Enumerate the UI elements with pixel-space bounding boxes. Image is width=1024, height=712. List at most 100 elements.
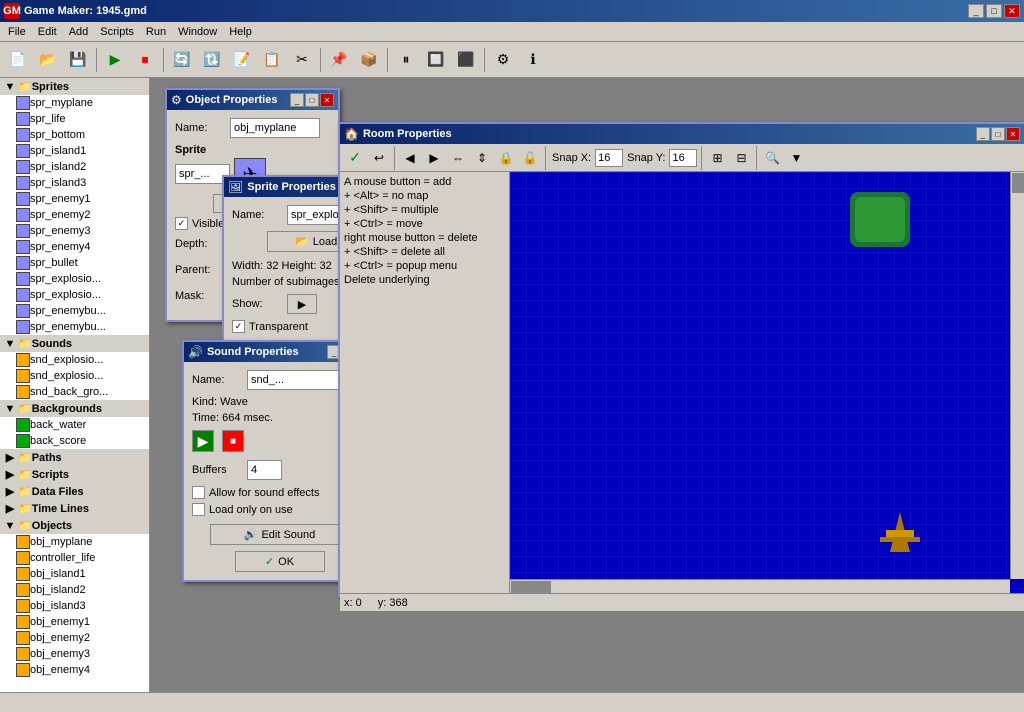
tool11[interactable]: 🔲 [422, 46, 450, 74]
object-props-close[interactable]: ✕ [320, 93, 334, 107]
tool8[interactable]: 📌 [325, 46, 353, 74]
objects-header[interactable]: ▼ 📁 Objects [0, 517, 149, 534]
menu-add[interactable]: Add [63, 24, 95, 40]
object-properties-title-bar[interactable]: ⚙ Object Properties _ □ ✕ [167, 90, 338, 110]
tree-item-spr_explosio2[interactable]: spr_explosio... [0, 287, 149, 303]
maximize-button[interactable]: □ [986, 4, 1002, 18]
room-props-minimize[interactable]: _ [976, 127, 990, 141]
room-props-close[interactable]: ✕ [1006, 127, 1020, 141]
tree-item-spr_explosio1[interactable]: spr_explosio... [0, 271, 149, 287]
tool9[interactable]: 📦 [355, 46, 383, 74]
menu-scripts[interactable]: Scripts [94, 24, 140, 40]
datafiles-header[interactable]: ▶ 📁 Data Files [0, 483, 149, 500]
tree-item-obj_island2[interactable]: obj_island2 [0, 582, 149, 598]
save-button[interactable]: 💾 [64, 46, 92, 74]
room-scrollbar-h[interactable] [510, 579, 1010, 593]
sounds-header[interactable]: ▼ 📁 Sounds [0, 335, 149, 352]
tree-item-spr_myplane[interactable]: spr_myplane [0, 95, 149, 111]
room-props-buttons[interactable]: _ □ ✕ [976, 127, 1020, 141]
tree-item-controller_life[interactable]: controller_life [0, 550, 149, 566]
room-iso-btn[interactable]: ⊟ [730, 147, 752, 169]
sound-name-input[interactable] [247, 370, 347, 390]
stop-button[interactable]: ⏹ [131, 46, 159, 74]
buffers-input[interactable] [247, 460, 282, 480]
tree-item-obj_enemy3[interactable]: obj_enemy3 [0, 646, 149, 662]
tool5[interactable]: 📝 [228, 46, 256, 74]
object-props-maximize[interactable]: □ [305, 93, 319, 107]
room-grid-btn[interactable]: ⊞ [706, 147, 728, 169]
tool3[interactable]: 🔄 [168, 46, 196, 74]
run-button[interactable]: ▶ [101, 46, 129, 74]
tree-item-spr_enemy3[interactable]: spr_enemy3 [0, 223, 149, 239]
tree-item-snd1[interactable]: snd_explosio... [0, 352, 149, 368]
tree-item-obj_enemy1[interactable]: obj_enemy1 [0, 614, 149, 630]
scrollbar-thumb-h[interactable] [511, 581, 551, 593]
snap-x-input[interactable] [595, 149, 623, 167]
tree-item-snd2[interactable]: snd_explosio... [0, 368, 149, 384]
tool4[interactable]: 🔃 [198, 46, 226, 74]
tree-item-obj_island3[interactable]: obj_island3 [0, 598, 149, 614]
room-prev-btn[interactable]: ◀ [399, 147, 421, 169]
new-button[interactable]: 📄 [4, 46, 32, 74]
room-confirm-btn[interactable]: ✓ [344, 147, 366, 169]
tree-item-spr_life[interactable]: spr_life [0, 111, 149, 127]
visible-checkbox[interactable] [175, 217, 188, 230]
tree-item-spr_bullet[interactable]: spr_bullet [0, 255, 149, 271]
room-zoom-dropdown[interactable]: ▼ [785, 147, 807, 169]
transparent-checkbox[interactable] [232, 320, 245, 333]
sound-ok-button[interactable]: ✓ OK [235, 551, 325, 572]
tree-item-spr_island3[interactable]: spr_island3 [0, 175, 149, 191]
room-next-btn[interactable]: ▶ [423, 147, 445, 169]
tree-item-obj_myplane[interactable]: obj_myplane [0, 534, 149, 550]
snap-y-input[interactable] [669, 149, 697, 167]
room-props-maximize[interactable]: □ [991, 127, 1005, 141]
tree-item-back_water[interactable]: back_water [0, 417, 149, 433]
room-move-btn[interactable]: ⇔ [447, 147, 469, 169]
object-properties-buttons[interactable]: _ □ ✕ [290, 93, 334, 107]
tool12[interactable]: ⬛ [452, 46, 480, 74]
sprites-header[interactable]: ▼ 📁 Sprites [0, 78, 149, 95]
menu-run[interactable]: Run [140, 24, 172, 40]
room-undo-btn[interactable]: ↩ [368, 147, 390, 169]
tree-item-spr_island1[interactable]: spr_island1 [0, 143, 149, 159]
tree-item-spr_enemy1[interactable]: spr_enemy1 [0, 191, 149, 207]
tool10[interactable]: ⏸ [392, 46, 420, 74]
tool13[interactable]: ⚙ [489, 46, 517, 74]
sound-load-only-checkbox[interactable] [192, 503, 205, 516]
menu-help[interactable]: Help [223, 24, 258, 40]
tree-item-spr_enemy4[interactable]: spr_enemy4 [0, 239, 149, 255]
room-zoom-btn[interactable]: 🔍 [761, 147, 783, 169]
tool14[interactable]: ℹ [519, 46, 547, 74]
object-props-minimize[interactable]: _ [290, 93, 304, 107]
tree-item-obj_island1[interactable]: obj_island1 [0, 566, 149, 582]
room-properties-title-bar[interactable]: 🏠 Room Properties _ □ ✕ [340, 124, 1024, 144]
menu-window[interactable]: Window [172, 24, 223, 40]
room-unlock-btn[interactable]: 🔓 [519, 147, 541, 169]
room-move2-btn[interactable]: ⇕ [471, 147, 493, 169]
backgrounds-header[interactable]: ▼ 📁 Backgrounds [0, 400, 149, 417]
tree-item-spr_enemy2[interactable]: spr_enemy2 [0, 207, 149, 223]
title-bar-buttons[interactable]: _ □ ✕ [968, 4, 1020, 18]
sound-stop-button[interactable]: ■ [222, 430, 244, 452]
tree-item-obj_enemy2[interactable]: obj_enemy2 [0, 630, 149, 646]
name-input[interactable] [230, 118, 320, 138]
tree-item-spr_island2[interactable]: spr_island2 [0, 159, 149, 175]
room-lock-btn[interactable]: 🔒 [495, 147, 517, 169]
tree-item-spr_enemybu2[interactable]: spr_enemybu... [0, 319, 149, 335]
scripts-header[interactable]: ▶ 📁 Scripts [0, 466, 149, 483]
tree-item-back_score[interactable]: back_score [0, 433, 149, 449]
open-button[interactable]: 📂 [34, 46, 62, 74]
room-canvas[interactable] [510, 172, 1024, 593]
close-button[interactable]: ✕ [1004, 4, 1020, 18]
menu-file[interactable]: File [2, 24, 32, 40]
edit-sound-button[interactable]: 🔊 Edit Sound [210, 524, 350, 545]
tree-item-spr_enemybu1[interactable]: spr_enemybu... [0, 303, 149, 319]
tree-item-spr_bottom[interactable]: spr_bottom [0, 127, 149, 143]
scrollbar-thumb-v[interactable] [1012, 173, 1024, 193]
menu-edit[interactable]: Edit [32, 24, 63, 40]
tool6[interactable]: 📋 [258, 46, 286, 74]
timelines-header[interactable]: ▶ 📁 Time Lines [0, 500, 149, 517]
paths-header[interactable]: ▶ 📁 Paths [0, 449, 149, 466]
minimize-button[interactable]: _ [968, 4, 984, 18]
room-scrollbar-v[interactable] [1010, 172, 1024, 579]
